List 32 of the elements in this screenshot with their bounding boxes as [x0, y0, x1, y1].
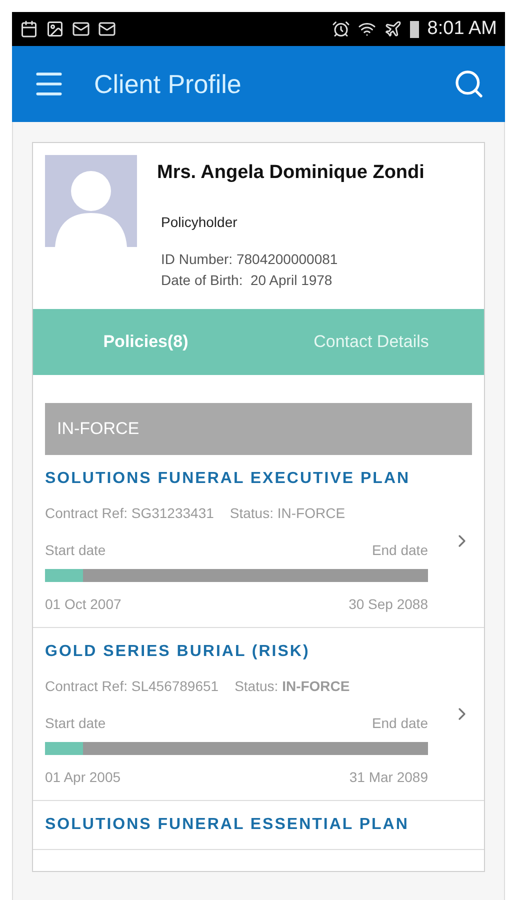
airplane-icon	[384, 20, 402, 38]
app-title: Client Profile	[94, 68, 242, 100]
policy-title[interactable]: SOLUTIONS FUNERAL EXECUTIVE PLAN	[45, 467, 472, 491]
policy-title[interactable]: GOLD SERIES BURIAL (RISK)	[45, 640, 472, 664]
wifi-icon	[358, 20, 376, 38]
client-name: Mrs. Angela Dominique Zondi	[157, 161, 426, 185]
section-header: IN-FORCE	[45, 403, 472, 455]
avatar-icon	[45, 155, 137, 247]
policy-title[interactable]: SOLUTIONS FUNERAL ESSENTIAL PLAN	[45, 813, 472, 837]
image-icon	[46, 20, 64, 38]
end-date-label: End date	[372, 714, 428, 733]
start-date-label: Start date	[45, 541, 106, 560]
client-role: Policyholder	[161, 212, 238, 232]
end-date: 31 Mar 2089	[349, 768, 428, 787]
start-date-label: Start date	[45, 714, 106, 733]
end-date: 30 Sep 2088	[348, 595, 428, 614]
id-number: ID Number: 7804200000081	[161, 250, 339, 268]
search-icon[interactable]	[453, 68, 485, 100]
start-date: 01 Oct 2007	[45, 595, 122, 614]
contract-ref: Contract Ref: SL456789651	[45, 677, 219, 696]
start-date: 01 Apr 2005	[45, 768, 121, 787]
date-of-birth: Date of Birth: 20 April 1978	[161, 270, 334, 290]
mail-icon	[98, 20, 116, 38]
mail-icon	[72, 20, 90, 38]
status-text: Status: IN-FORCE	[230, 504, 346, 523]
contract-ref: Contract Ref: SG31233431	[45, 504, 214, 523]
end-date-label: End date	[372, 541, 428, 560]
alarm-icon	[332, 20, 350, 38]
status-text: Status: IN-FORCE	[234, 677, 350, 696]
battery-icon	[410, 20, 420, 38]
status-time: 8:01 AM	[427, 16, 497, 41]
calendar-icon	[20, 20, 38, 38]
